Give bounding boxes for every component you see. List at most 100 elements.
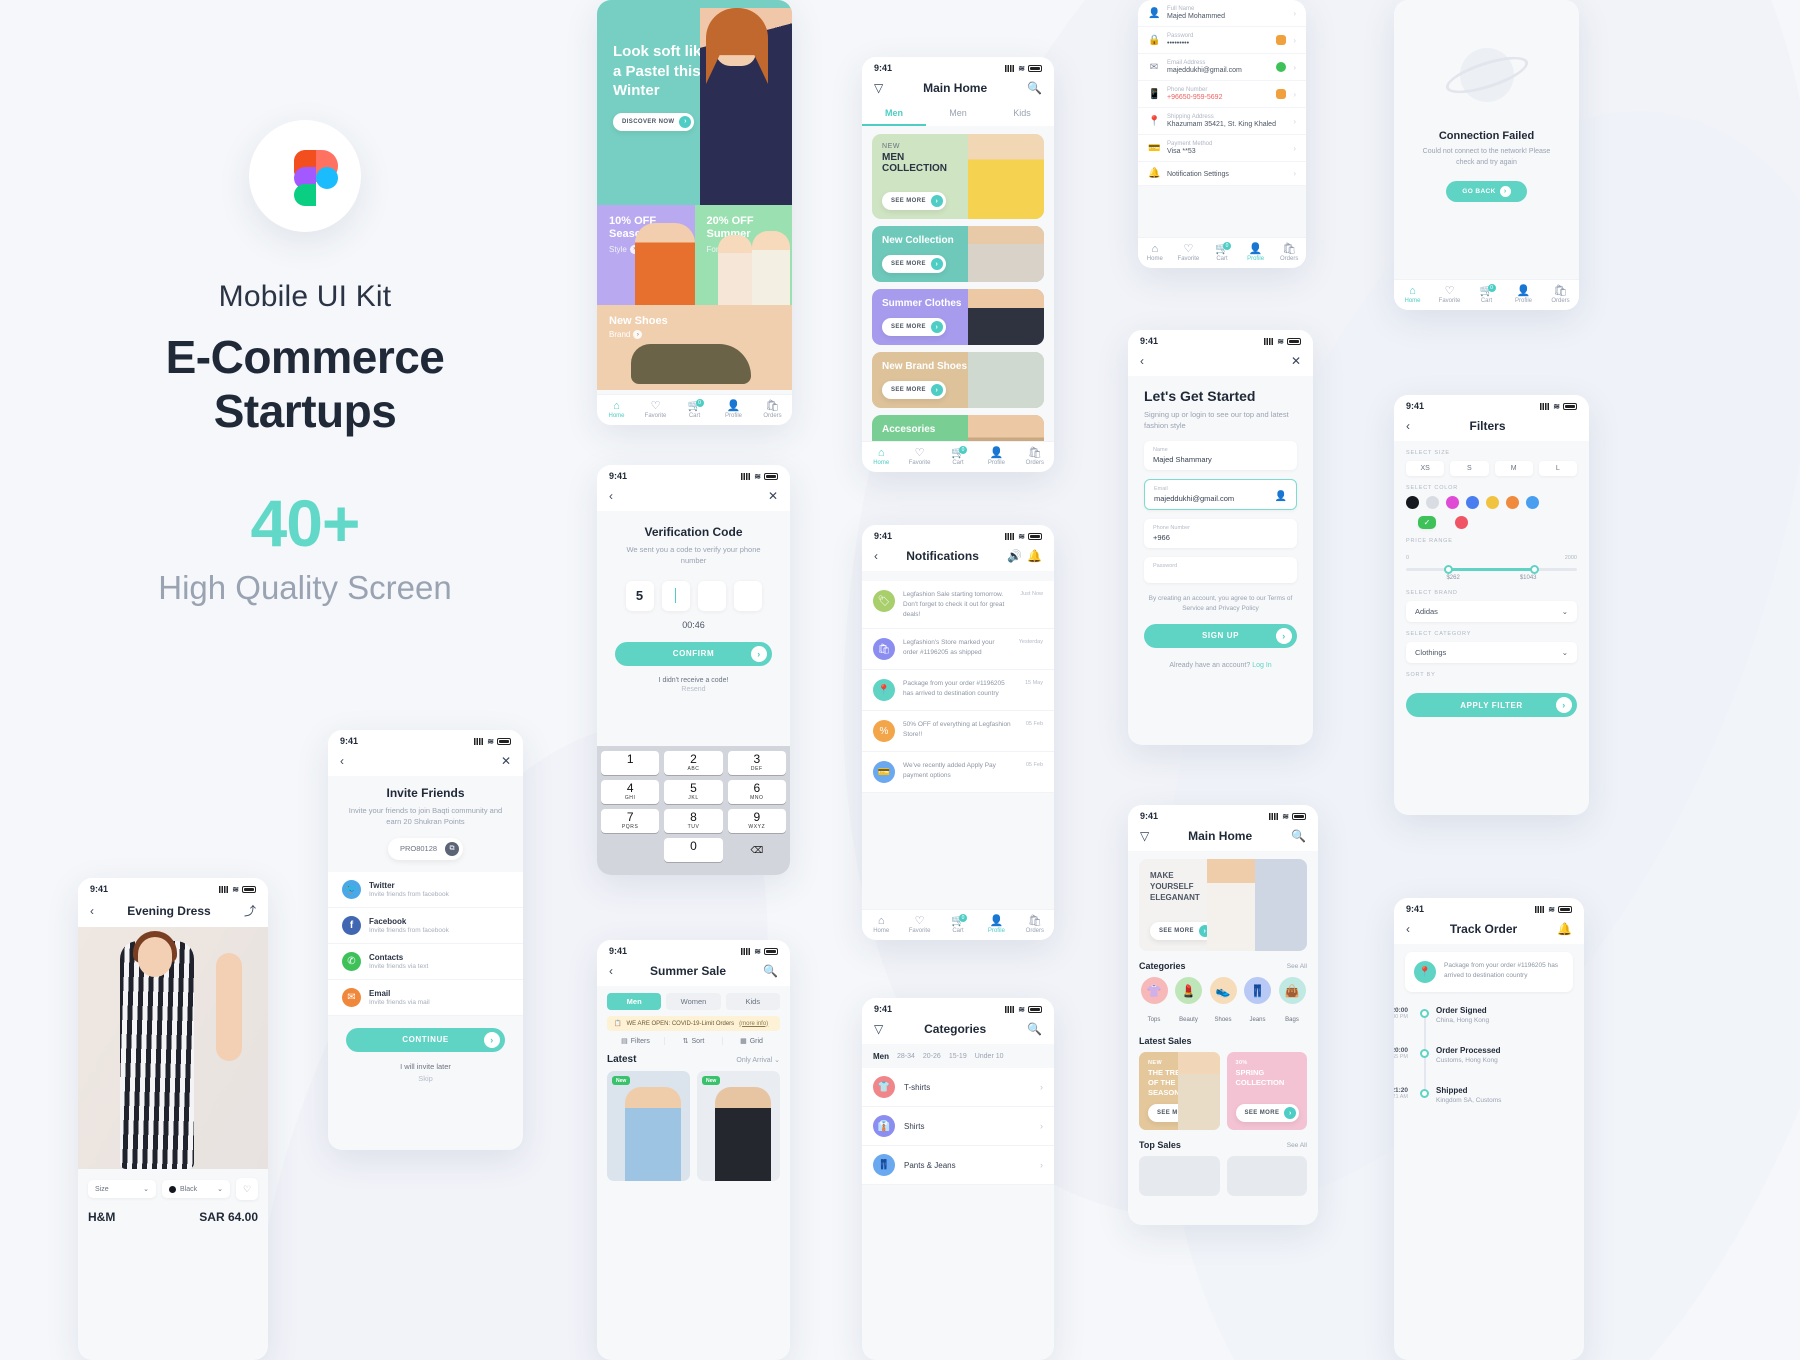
color-red[interactable] <box>1455 516 1468 529</box>
age-under-10[interactable]: Under 10 <box>975 1053 1004 1060</box>
code-digit-2[interactable] <box>661 580 690 611</box>
color-blue[interactable] <box>1466 496 1479 509</box>
section-action[interactable]: Only Arrival ⌄ <box>736 1056 780 1064</box>
notification-row[interactable]: 🛍 Legfashion's Store marked your order #… <box>862 629 1054 671</box>
segment-kids[interactable]: Kids <box>725 993 780 1010</box>
notification-row[interactable]: % 50% OFF of everything at Legfashion St… <box>862 711 1054 753</box>
category-card-new-collection[interactable]: New Collection SEE MORE › <box>872 226 1044 282</box>
close-icon[interactable]: ✕ <box>501 754 511 768</box>
tabbar-item-cart[interactable]: 0 🛒 Cart <box>675 399 714 419</box>
see-more-button[interactable]: SEE MORE› <box>882 192 946 210</box>
color-magenta[interactable] <box>1446 496 1459 509</box>
product-card[interactable]: New <box>697 1071 780 1181</box>
back-icon[interactable]: ‹ <box>609 489 613 503</box>
bell-icon[interactable]: 🔔 <box>1557 922 1572 936</box>
category-jeans[interactable]: 👖 Jeans <box>1243 977 1273 1026</box>
category-beauty[interactable]: 💄 Beauty <box>1174 977 1204 1026</box>
account-row-password[interactable]: 🔒 Password ••••••••• › <box>1138 27 1306 54</box>
tabbar-item-orders[interactable]: 🛍 Orders <box>1542 285 1579 304</box>
close-icon[interactable]: ✕ <box>768 489 778 503</box>
key-1[interactable]: 1 <box>601 751 660 775</box>
category-card-summer-clothes[interactable]: Summer Clothes SEE MORE › <box>872 289 1044 345</box>
price-slider[interactable]: 0 2000 $262 $1043 <box>1394 549 1589 581</box>
close-icon[interactable]: ✕ <box>1291 354 1301 368</box>
age-15-19[interactable]: 15-19 <box>949 1053 967 1060</box>
category-card-new-brand-shoes[interactable]: New Brand Shoes SEE MORE › <box>872 352 1044 408</box>
key-8[interactable]: 8 TUV <box>664 809 723 833</box>
key-9[interactable]: 9 WXYZ <box>727 809 786 833</box>
see-all-link[interactable]: See All <box>1287 1142 1307 1149</box>
tabbar-item-home[interactable]: ⌂ Home <box>1138 243 1172 262</box>
back-icon[interactable]: ‹ <box>340 754 344 768</box>
key-backspace[interactable]: ⌫ <box>728 838 786 862</box>
continue-button[interactable]: CONTINUE › <box>346 1027 505 1052</box>
favorite-button[interactable]: ♡ <box>236 1178 258 1200</box>
tabbar-item-favorite[interactable]: ♡ Favorite <box>900 447 938 466</box>
brand-select[interactable]: Adidas ⌄ <box>1406 601 1577 622</box>
account-row-shipping[interactable]: 📍 Shipping Address Khazumam 35421, St. Ki… <box>1138 108 1306 135</box>
tabbar-item-cart[interactable]: 0 🛒 Cart <box>1205 242 1239 262</box>
search-icon[interactable]: 🔍 <box>763 964 778 978</box>
sale-card-spring[interactable]: 30% SPRING COLLECTION SEE MORE › <box>1226 1052 1307 1130</box>
tabbar-item-favorite[interactable]: ♡ Favorite <box>636 400 675 419</box>
tabbar-item-cart[interactable]: 0 🛒 Cart <box>1468 284 1505 304</box>
code-digit-1[interactable]: 5 <box>625 580 654 611</box>
category-row-tshirts[interactable]: 👕 T-shirts › <box>862 1068 1054 1107</box>
promo-card-season[interactable]: 10% OFF Season Style› <box>597 205 695 305</box>
tabbar-item-orders[interactable]: 🛍 Orders <box>1016 915 1054 934</box>
size-l[interactable]: L <box>1538 461 1577 476</box>
account-row-notifications[interactable]: 🔔 Notification Settings › <box>1138 162 1306 186</box>
confirm-button[interactable]: CONFIRM › <box>615 641 772 666</box>
skip-link[interactable]: Skip <box>346 1074 505 1083</box>
color-white[interactable] <box>1426 496 1439 509</box>
account-row-email[interactable]: ✉ Email Address majeddukhi@gmail.com › <box>1138 54 1306 81</box>
category-tops[interactable]: 👚 Tops <box>1139 977 1169 1026</box>
grid-button[interactable]: ▦ Grid <box>722 1037 780 1045</box>
category-shoes[interactable]: 👟 Shoes <box>1208 977 1238 1026</box>
tabbar-item-home[interactable]: ⌂ Home <box>862 915 900 934</box>
invite-row-contacts[interactable]: ✆ Contacts Invite friends via text <box>328 943 523 980</box>
promo-card-summer[interactable]: 20% OFF Summer For Kids› <box>694 205 792 305</box>
tabbar-item-profile[interactable]: 👤 Profile <box>977 447 1015 466</box>
account-row-phone[interactable]: 📱 Phone Number +96650-959-5692 › <box>1138 81 1306 108</box>
slider-knob-low[interactable] <box>1443 565 1453 574</box>
share-icon[interactable]: ⤴ <box>244 902 256 919</box>
category-card-men-collection[interactable]: NEW MEN COLLECTION SEE MORE › <box>872 134 1044 219</box>
phone-field[interactable]: Phone Number +966 <box>1144 518 1297 548</box>
sale-card-trends[interactable]: NEW THE TRENDS OF THE SEASON SEE MORE› <box>1139 1052 1220 1130</box>
age-men[interactable]: Men <box>873 1052 889 1061</box>
category-row-pants[interactable]: 👖 Pants & Jeans › <box>862 1146 1054 1185</box>
email-field[interactable]: Email majeddukhi@gmail.com 👤 <box>1144 478 1297 510</box>
tabbar-item-cart[interactable]: 0 🛒 Cart <box>939 446 977 466</box>
tabbar-item-profile[interactable]: 👤 Profile <box>714 400 753 419</box>
filter-icon[interactable]: ▽ <box>874 1022 883 1036</box>
code-digit-4[interactable] <box>733 580 762 611</box>
tabbar-item-cart[interactable]: 0 🛒 Cart <box>939 914 977 934</box>
search-icon[interactable]: 🔍 <box>1027 81 1042 95</box>
color-lightblue[interactable] <box>1526 496 1539 509</box>
back-icon[interactable]: ‹ <box>1140 354 1144 368</box>
tabbar-item-profile[interactable]: 👤 Profile <box>977 915 1015 934</box>
tab-men[interactable]: Men <box>862 103 926 126</box>
back-icon[interactable]: ‹ <box>90 904 94 918</box>
back-icon[interactable]: ‹ <box>609 964 613 978</box>
hero-banner[interactable]: MAKE YOURSELF ELEGANANT SEE MORE › <box>1139 859 1307 951</box>
back-icon[interactable]: ‹ <box>1406 419 1410 433</box>
size-selector[interactable]: Size ⌄ <box>88 1180 156 1198</box>
color-selector[interactable]: Black ⌄ <box>162 1180 230 1198</box>
invite-row-twitter[interactable]: 🐦 Twitter Invite friends from facebook <box>328 871 523 908</box>
size-xs[interactable]: XS <box>1406 461 1445 476</box>
tab-men-2[interactable]: Men <box>926 103 990 126</box>
tabbar-item-favorite[interactable]: ♡ Favorite <box>1172 243 1206 262</box>
key-0[interactable]: 0 <box>664 838 723 862</box>
category-select[interactable]: Clothings ⌄ <box>1406 642 1577 663</box>
color-green[interactable] <box>1418 516 1436 529</box>
see-more-button[interactable]: SEE MORE› <box>882 381 946 399</box>
tabbar-item-profile[interactable]: 👤 Profile <box>1505 285 1542 304</box>
segment-women[interactable]: Women <box>666 993 721 1010</box>
resend-link[interactable]: Resend <box>615 686 772 693</box>
filter-icon[interactable]: ▽ <box>1140 829 1149 843</box>
size-s[interactable]: S <box>1450 461 1489 476</box>
password-field[interactable]: Password <box>1144 556 1297 583</box>
notification-row[interactable]: 🏷 Legfashion Sale starting tomorrow. Don… <box>862 581 1054 630</box>
